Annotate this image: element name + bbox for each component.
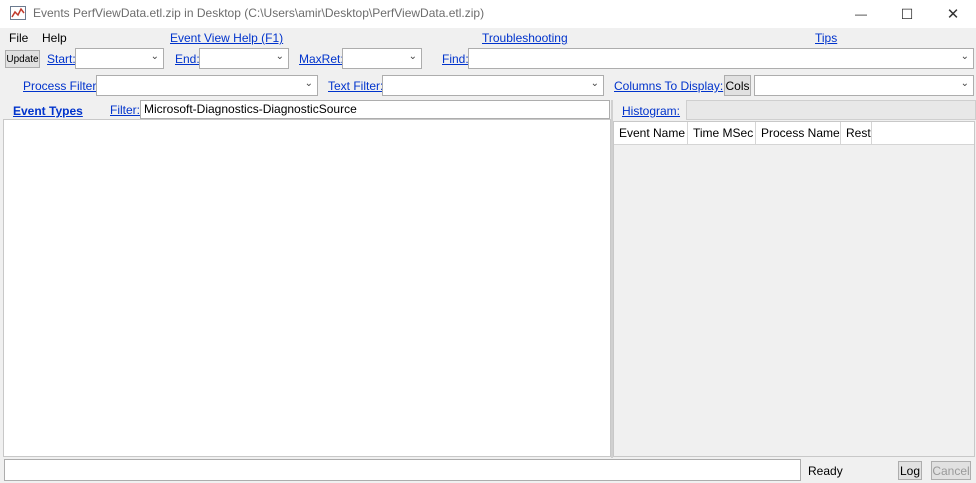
chevron-down-icon: ⌄ xyxy=(960,78,969,89)
chevron-down-icon: ⌄ xyxy=(150,51,159,62)
menu-file[interactable]: File xyxy=(9,31,28,45)
process-filter-label[interactable]: Process Filter: xyxy=(23,79,100,93)
troubleshooting-link[interactable]: Troubleshooting xyxy=(482,31,568,45)
filter-label[interactable]: Filter: xyxy=(110,103,140,117)
start-combo[interactable]: ⌄ xyxy=(75,48,164,69)
histogram-label[interactable]: Histogram: xyxy=(622,104,680,118)
tips-link[interactable]: Tips xyxy=(815,31,837,45)
events-grid[interactable]: Event Name Time MSec Process Name Rest xyxy=(613,121,975,457)
event-types-label[interactable]: Event Types xyxy=(13,104,83,118)
status-bar: Ready Log Cancel xyxy=(0,458,976,483)
text-filter-combo[interactable]: ⌄ xyxy=(382,75,604,96)
log-button[interactable]: Log xyxy=(898,461,922,480)
process-filter-combo[interactable]: ⌄ xyxy=(96,75,318,96)
update-button[interactable]: Update xyxy=(5,50,40,68)
chevron-down-icon: ⌄ xyxy=(275,51,284,62)
cancel-button[interactable]: Cancel xyxy=(931,461,971,480)
column-header-rest[interactable]: Rest xyxy=(841,122,872,145)
event-types-list[interactable] xyxy=(3,119,611,457)
title-bar: Events PerfViewData.etl.zip in Desktop (… xyxy=(0,0,976,28)
histogram-box xyxy=(686,100,976,120)
columns-to-display-label[interactable]: Columns To Display: xyxy=(614,79,723,93)
window-title: Events PerfViewData.etl.zip in Desktop (… xyxy=(33,6,485,20)
start-label[interactable]: Start: xyxy=(47,52,76,66)
maxret-label[interactable]: MaxRet: xyxy=(299,52,344,66)
command-input[interactable] xyxy=(4,459,801,481)
column-header-time-msec[interactable]: Time MSec xyxy=(688,122,756,145)
chevron-down-icon: ⌄ xyxy=(960,51,969,62)
end-label[interactable]: End: xyxy=(175,52,200,66)
column-header-process-name[interactable]: Process Name xyxy=(756,122,841,145)
close-icon: ✕ xyxy=(946,6,960,23)
cols-button[interactable]: Cols xyxy=(724,75,751,96)
chevron-down-icon: ⌄ xyxy=(408,51,417,62)
column-header-event-name[interactable]: Event Name xyxy=(614,122,688,145)
maxret-combo[interactable]: ⌄ xyxy=(342,48,422,69)
status-text: Ready xyxy=(808,464,843,478)
menu-help[interactable]: Help xyxy=(42,31,67,45)
columns-combo[interactable]: ⌄ xyxy=(754,75,974,96)
grid-header: Event Name Time MSec Process Name Rest xyxy=(614,122,974,145)
find-combo[interactable]: ⌄ xyxy=(468,48,974,69)
end-combo[interactable]: ⌄ xyxy=(199,48,289,69)
event-view-help-link[interactable]: Event View Help (F1) xyxy=(170,31,283,45)
minimize-button[interactable]: — xyxy=(838,0,884,28)
find-label[interactable]: Find: xyxy=(442,52,469,66)
text-filter-label[interactable]: Text Filter: xyxy=(328,79,383,93)
maximize-icon: ☐ xyxy=(900,5,914,22)
chart-icon xyxy=(10,6,26,20)
event-filter-input[interactable]: Microsoft-Diagnostics-DiagnosticSource xyxy=(140,100,610,119)
chevron-down-icon: ⌄ xyxy=(590,78,599,89)
maximize-button[interactable]: ☐ xyxy=(884,0,930,28)
close-button[interactable]: ✕ xyxy=(930,0,976,28)
chevron-down-icon: ⌄ xyxy=(304,78,313,89)
minimize-icon: — xyxy=(855,7,867,21)
